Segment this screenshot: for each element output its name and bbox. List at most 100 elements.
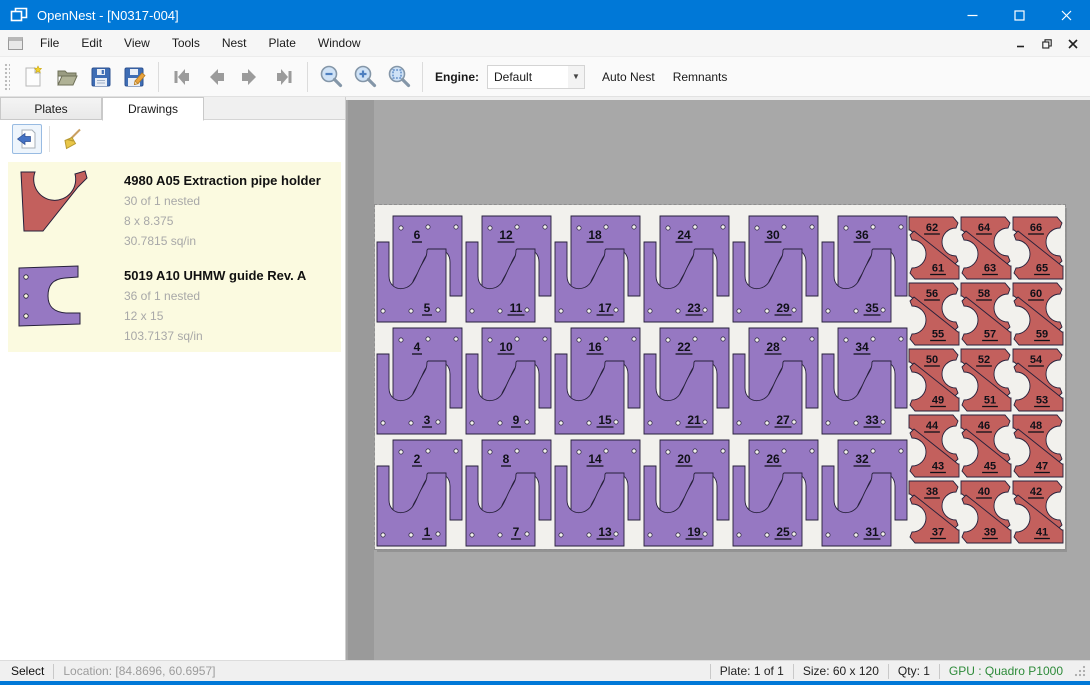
part-number: 43 [932, 461, 944, 473]
tab-drawings[interactable]: Drawings [102, 97, 204, 121]
tab-plates[interactable]: Plates [0, 97, 102, 120]
drawing-item-4980[interactable]: 4980 A05 Extraction pipe holder 30 of 1 … [8, 162, 341, 257]
minimize-button[interactable] [949, 0, 996, 30]
return-arrow-icon [16, 128, 38, 150]
nested-pair-purple[interactable]: 87 [466, 440, 551, 546]
nested-pair-purple[interactable]: 2827 [733, 328, 818, 434]
part-number: 22 [677, 340, 691, 354]
drawing-item-5019[interactable]: 5019 A10 UHMW guide Rev. A 36 of 1 neste… [8, 257, 341, 352]
mdi-minimize-button[interactable] [1010, 35, 1032, 53]
maximize-button[interactable] [996, 0, 1043, 30]
nested-pair-red[interactable]: 4241 [1013, 481, 1063, 543]
menu-edit[interactable]: Edit [70, 31, 113, 55]
nested-pair-purple[interactable]: 43 [377, 328, 462, 434]
nested-pair-red[interactable]: 4039 [961, 481, 1011, 543]
nested-pair-purple[interactable]: 109 [466, 328, 551, 434]
nest-canvas[interactable]: 62615655504944433837 64635857525146454039… [346, 100, 1090, 660]
part-number: 3 [424, 413, 431, 427]
nav-next-button[interactable] [233, 61, 267, 93]
nested-pair-purple[interactable]: 21 [377, 440, 462, 546]
nested-pair-purple[interactable]: 22 21 [644, 328, 729, 434]
zoom-extents-button[interactable] [382, 61, 416, 93]
mdi-restore-button[interactable] [1036, 35, 1058, 53]
nested-pair-red[interactable]: 4443 [909, 415, 959, 477]
part-number: 40 [978, 486, 990, 498]
plate[interactable]: 62615655504944433837 64635857525146454039… [375, 205, 1065, 549]
part-number: 26 [766, 452, 780, 466]
nested-pair-red[interactable]: 5857 [961, 283, 1011, 345]
nav-first-button[interactable] [165, 61, 199, 93]
drawing-thumbnail [18, 170, 118, 248]
nested-pair-purple[interactable]: 1817 [555, 216, 640, 322]
nested-pair-red[interactable]: 5251 [961, 349, 1011, 411]
nested-pair-purple[interactable]: 3635 [822, 216, 907, 322]
engine-select[interactable]: Default ▼ [487, 65, 585, 89]
part-number: 13 [598, 525, 612, 539]
chevron-down-icon[interactable]: ▼ [568, 66, 584, 88]
clean-button[interactable] [57, 124, 87, 154]
drawings-panel: 4980 A05 Extraction pipe holder 30 of 1 … [0, 120, 345, 660]
toolbar-separator [422, 62, 423, 92]
mdi-close-button[interactable] [1062, 35, 1084, 53]
part-number: 21 [687, 413, 701, 427]
nested-pair-purple[interactable]: 2019 [644, 440, 729, 546]
drawing-title: 5019 A10 UHMW guide Rev. A [124, 265, 337, 283]
nested-pair-red[interactable]: 6463 [961, 217, 1011, 279]
status-qty: Qty: 1 [898, 664, 930, 678]
nest-layout[interactable]: 62615655504944433837 64635857525146454039… [375, 205, 1065, 549]
nested-pair-red[interactable]: 5049 [909, 349, 959, 411]
nav-first-icon [170, 65, 194, 89]
close-button[interactable] [1043, 0, 1090, 30]
menu-file[interactable]: File [29, 31, 70, 55]
status-gpu: GPU : Quadro P1000 [949, 664, 1063, 678]
nested-pair-red[interactable]: 4847 [1013, 415, 1063, 477]
part-number: 36 [855, 228, 869, 242]
part-number: 16 [588, 340, 602, 354]
nested-pair-purple[interactable]: 3231 [822, 440, 907, 546]
nested-pair-red[interactable]: 4645 [961, 415, 1011, 477]
nested-pair-purple[interactable]: 2423 [644, 216, 729, 322]
new-document-button[interactable] [16, 61, 50, 93]
part-number: 47 [1036, 461, 1048, 473]
zoom-out-button[interactable] [314, 61, 348, 93]
status-separator [793, 664, 794, 679]
nested-pair-purple[interactable]: 65 [377, 216, 462, 322]
menu-view[interactable]: View [113, 31, 161, 55]
save-as-button[interactable] [118, 61, 152, 93]
nested-pair-red[interactable]: 3837 [909, 481, 959, 543]
nested-pair-red[interactable]: 5453 [1013, 349, 1063, 411]
nav-previous-button[interactable] [199, 61, 233, 93]
return-to-drawing-button[interactable] [12, 124, 42, 154]
toolbar-separator [158, 62, 159, 92]
menu-nest[interactable]: Nest [211, 31, 258, 55]
part-number: 57 [984, 329, 996, 341]
panel-tab-strip: Plates Drawings [0, 97, 345, 120]
nested-pair-red[interactable]: 6665 [1013, 217, 1063, 279]
menu-plate[interactable]: Plate [258, 31, 307, 55]
nested-pair-purple[interactable]: 3029 [733, 216, 818, 322]
nested-pair-red[interactable]: 6261 [909, 217, 959, 279]
resize-grip-icon[interactable] [1073, 664, 1087, 678]
open-button[interactable] [50, 61, 84, 93]
save-button[interactable] [84, 61, 118, 93]
part-number: 11 [510, 301, 523, 315]
nested-pair-purple[interactable]: 1211 [466, 216, 551, 322]
part-number: 25 [776, 525, 790, 539]
nav-last-button[interactable] [267, 61, 301, 93]
auto-nest-button[interactable]: Auto Nest [593, 64, 664, 90]
nested-pair-purple[interactable]: 26 25 [733, 440, 818, 546]
part-number: 42 [1030, 486, 1042, 498]
nested-pair-red[interactable]: 6059 [1013, 283, 1063, 345]
nested-pair-purple[interactable]: 1413 [555, 440, 640, 546]
part-number: 6 [414, 228, 421, 242]
mdi-document-icon[interactable] [8, 37, 23, 50]
toolbar-grip[interactable] [4, 63, 10, 91]
remnants-button[interactable]: Remnants [664, 64, 737, 90]
zoom-in-button[interactable] [348, 61, 382, 93]
menu-tools[interactable]: Tools [161, 31, 211, 55]
nested-pair-red[interactable]: 5655 [909, 283, 959, 345]
menu-window[interactable]: Window [307, 31, 372, 55]
nested-pair-purple[interactable]: 1615 [555, 328, 640, 434]
nested-pair-purple[interactable]: 3433 [822, 328, 907, 434]
part-number: 65 [1036, 263, 1048, 275]
